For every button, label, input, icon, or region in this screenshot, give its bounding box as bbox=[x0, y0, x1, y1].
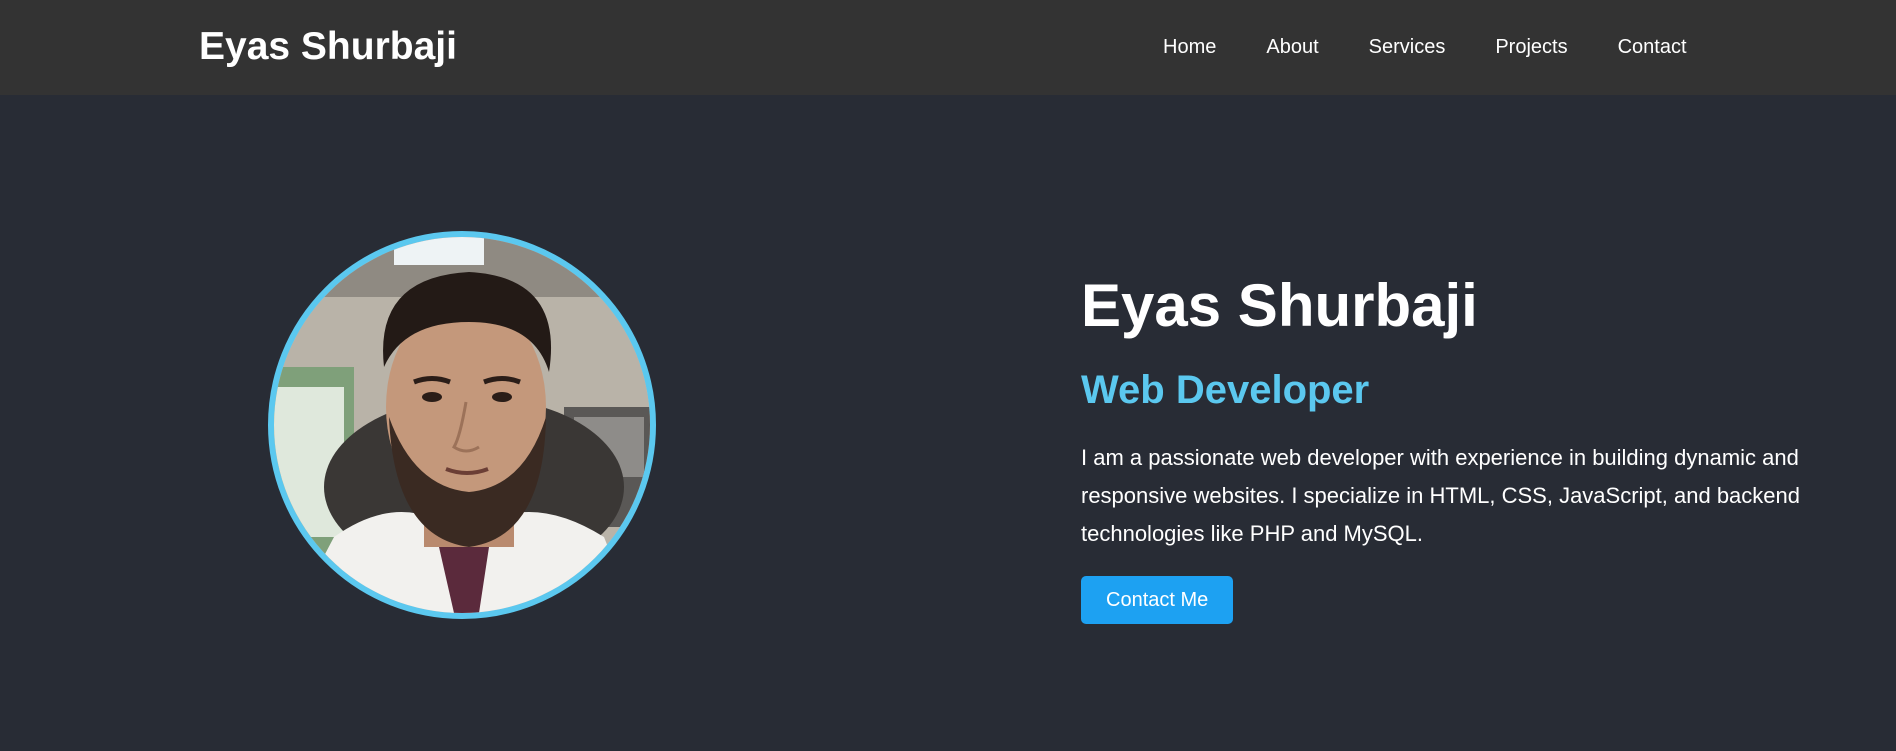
hero-bio: I am a passionate web developer with exp… bbox=[1081, 445, 1800, 546]
site-logo-text[interactable]: Eyas Shurbaji bbox=[199, 24, 457, 70]
main-nav: Home About Services Projects Contact bbox=[1163, 35, 1687, 59]
contact-me-button[interactable]: Contact Me bbox=[1081, 576, 1234, 624]
intro-block: Eyas Shurbaji Web Developer I am a passi… bbox=[1081, 271, 1841, 624]
hero-section: Eyas Shurbaji Web Developer I am a passi… bbox=[0, 95, 1896, 751]
hero-name: Eyas Shurbaji bbox=[1081, 272, 1478, 339]
profile-photo bbox=[268, 231, 656, 619]
nav-link-services[interactable]: Services bbox=[1369, 35, 1446, 59]
navbar: Eyas Shurbaji Home About Services Projec… bbox=[0, 0, 1896, 95]
hero-role: Web Developer bbox=[1081, 368, 1370, 412]
nav-link-contact[interactable]: Contact bbox=[1618, 35, 1687, 59]
nav-link-about[interactable]: About bbox=[1266, 35, 1318, 59]
nav-link-home[interactable]: Home bbox=[1163, 35, 1216, 59]
nav-link-projects[interactable]: Projects bbox=[1495, 35, 1567, 59]
profile-photo-illustration bbox=[274, 237, 650, 613]
